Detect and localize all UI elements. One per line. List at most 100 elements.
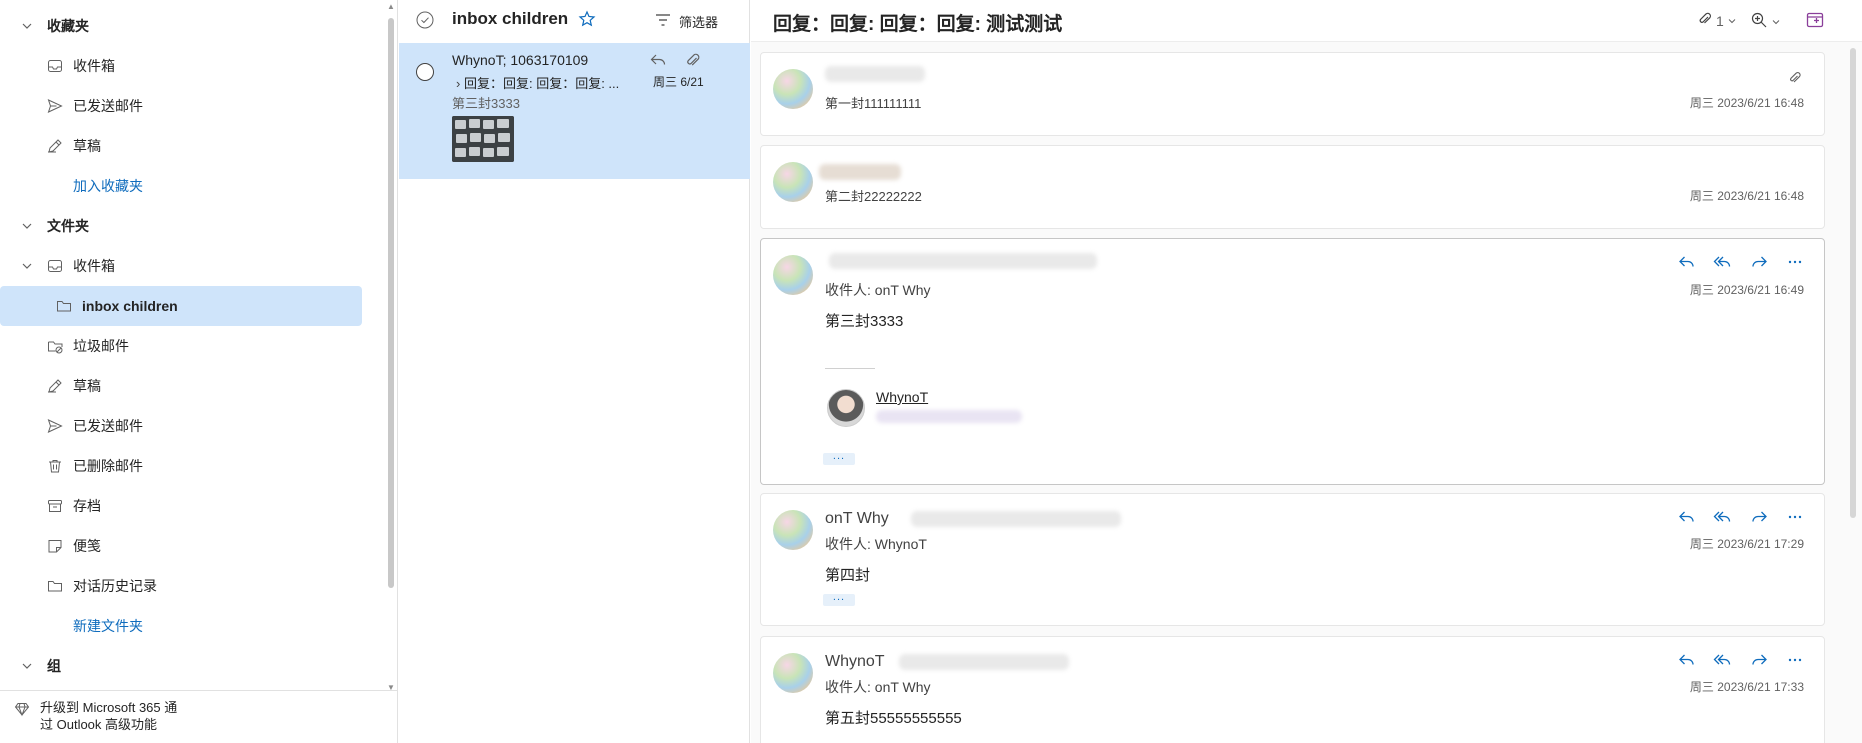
add-favorite-link[interactable]: 加入收藏夹 [0, 166, 362, 206]
folders-section-header[interactable]: 文件夹 [0, 206, 362, 246]
folder-item-label: inbox children [82, 298, 178, 314]
select-all-checkbox[interactable] [416, 11, 434, 29]
reply-all-icon[interactable] [1712, 253, 1734, 271]
reply-icon[interactable] [1676, 508, 1698, 526]
folder-item-drafts[interactable]: 草稿 [0, 366, 362, 406]
message-subject-text: 回复：回复: 回复：回复: ... [463, 76, 620, 91]
show-more-button[interactable]: ... [823, 592, 855, 606]
reply-all-icon[interactable] [1712, 508, 1734, 526]
favorite-item-inbox[interactable]: 收件箱 [0, 46, 362, 86]
chevron-down-icon [20, 19, 34, 33]
folder-pane: 收藏夹 收件箱 已发送邮件 草稿 加入收藏夹 文件夹 收件箱 inbox chi… [0, 0, 398, 743]
folder-item-junk[interactable]: 垃圾邮件 [0, 326, 362, 366]
message-date: 周三 2023/6/21 16:49 [1689, 283, 1804, 297]
favorites-label: 收藏夹 [47, 18, 89, 34]
select-message-radio[interactable] [416, 63, 434, 81]
thread-chevron-icon[interactable]: › [456, 76, 460, 91]
message-actions [1676, 508, 1806, 526]
message-body: 第三封3333 [825, 313, 904, 330]
new-folder-link[interactable]: 新建文件夹 [0, 606, 362, 646]
folders-label: 文件夹 [47, 218, 89, 234]
upgrade-banner[interactable]: 升级到 Microsoft 365 通 过 Outlook 高级功能 [0, 690, 398, 743]
groups-section-header[interactable]: 组 [0, 646, 362, 686]
chevron-down-icon[interactable] [20, 259, 34, 273]
signature-name-link[interactable]: WhynoT [876, 389, 928, 405]
redacted-sender [829, 253, 1097, 269]
diamond-icon [14, 701, 30, 717]
sender-avatar [773, 162, 813, 202]
message-date: 周三 6/21 [653, 75, 704, 89]
message-preview: 第三封3333 [452, 96, 520, 111]
folder-item-label: 草稿 [73, 378, 101, 394]
star-icon[interactable] [578, 10, 596, 28]
folder-item-inbox-children[interactable]: inbox children [0, 286, 362, 326]
folder-item-label: 存档 [73, 498, 101, 514]
scroll-up-icon[interactable]: ▲ [387, 2, 395, 11]
message-body: 第四封 [825, 567, 871, 584]
zoom-dropdown[interactable] [1750, 11, 1781, 32]
filter-button[interactable]: 筛选器 [655, 12, 718, 31]
message-card-2[interactable]: 第二封22222222 周三 2023/6/21 16:48 [760, 145, 1825, 229]
more-actions-icon[interactable] [1784, 508, 1806, 526]
folder-icon [46, 577, 64, 595]
message-card-3[interactable]: 收件人: onT Why 周三 2023/6/21 16:49 第三封3333 … [760, 238, 1825, 485]
scroll-down-icon[interactable]: ▼ [387, 683, 395, 690]
folder-item-archive[interactable]: 存档 [0, 486, 362, 526]
folder-tree: 收藏夹 收件箱 已发送邮件 草稿 加入收藏夹 文件夹 收件箱 inbox chi… [0, 0, 398, 690]
forward-icon[interactable] [1748, 508, 1770, 526]
folder-item-label: 已发送邮件 [73, 418, 143, 434]
forward-icon[interactable] [1748, 651, 1770, 669]
message-date: 周三 2023/6/21 16:48 [1689, 96, 1804, 110]
paperclip-icon [1788, 71, 1802, 87]
paperclip-icon[interactable] [684, 51, 702, 69]
reply-all-icon[interactable] [1712, 651, 1734, 669]
folder-item-conversation-history[interactable]: 对话历史记录 [0, 566, 362, 606]
reply-icon[interactable] [1676, 651, 1698, 669]
attachments-dropdown[interactable]: 1 [1697, 11, 1737, 30]
reply-icon[interactable] [1676, 253, 1698, 271]
send-icon [46, 97, 64, 115]
folder-item-deleted[interactable]: 已删除邮件 [0, 446, 362, 486]
folder-item-sent[interactable]: 已发送邮件 [0, 406, 362, 446]
reading-pane-header: 回复：回复: 回复：回复: 测试测试 1 [751, 0, 1862, 42]
new-folder-label: 新建文件夹 [73, 618, 143, 634]
scrollbar-thumb[interactable] [388, 18, 394, 588]
attachment-thumbnail[interactable] [452, 116, 514, 162]
favorite-item-drafts[interactable]: 草稿 [0, 126, 362, 166]
chevron-down-icon [1727, 13, 1737, 29]
folder-pane-scrollbar[interactable]: ▲ ▼ [387, 2, 395, 690]
message-card-4[interactable]: onT Why 收件人: WhynoT 周三 2023/6/21 17:29 第… [760, 493, 1825, 626]
reading-pane: 回复：回复: 回复：回复: 测试测试 1 第一封111111111 周三 202… [751, 0, 1862, 743]
sender-name: onT Why [825, 510, 889, 527]
message-card-1[interactable]: 第一封111111111 周三 2023/6/21 16:48 [760, 52, 1825, 136]
favorites-section-header[interactable]: 收藏夹 [0, 6, 362, 46]
inbox-icon [46, 257, 64, 275]
chevron-down-icon [20, 659, 34, 673]
open-in-new-window-icon[interactable] [1805, 10, 1825, 30]
folder-item-label: 便笺 [73, 538, 101, 554]
message-sender: WhynoT; 1063170109 [452, 52, 589, 68]
note-icon [46, 537, 64, 555]
more-actions-icon[interactable] [1784, 253, 1806, 271]
recipients: 收件人: onT Why [825, 282, 931, 298]
upgrade-line-2: 过 Outlook 高级功能 [40, 717, 158, 732]
reading-pane-scrollbar[interactable] [1850, 48, 1856, 518]
outlook-window: 收藏夹 收件箱 已发送邮件 草稿 加入收藏夹 文件夹 收件箱 inbox chi… [0, 0, 1862, 743]
favorite-item-sent[interactable]: 已发送邮件 [0, 86, 362, 126]
reply-icon[interactable] [649, 51, 667, 69]
folder-item-inbox[interactable]: 收件箱 [0, 246, 362, 286]
message-card-5[interactable]: WhynoT 收件人: onT Why 周三 2023/6/21 17:33 第… [760, 636, 1825, 743]
trash-icon [46, 457, 64, 475]
show-more-button[interactable]: ... [823, 451, 855, 465]
message-actions [1676, 253, 1806, 271]
sender-avatar [773, 255, 813, 295]
groups-label: 组 [47, 658, 61, 674]
forward-icon[interactable] [1748, 253, 1770, 271]
junk-icon [46, 337, 64, 355]
message-list-item[interactable]: WhynoT; 1063170109 › 回复：回复: 回复：回复: ... 周… [399, 43, 750, 179]
folder-item-notes[interactable]: 便笺 [0, 526, 362, 566]
message-list-header: inbox children 筛选器 [399, 0, 750, 42]
recipients: 收件人: onT Why [825, 679, 931, 695]
more-actions-icon[interactable] [1784, 651, 1806, 669]
message-actions [1676, 651, 1806, 669]
